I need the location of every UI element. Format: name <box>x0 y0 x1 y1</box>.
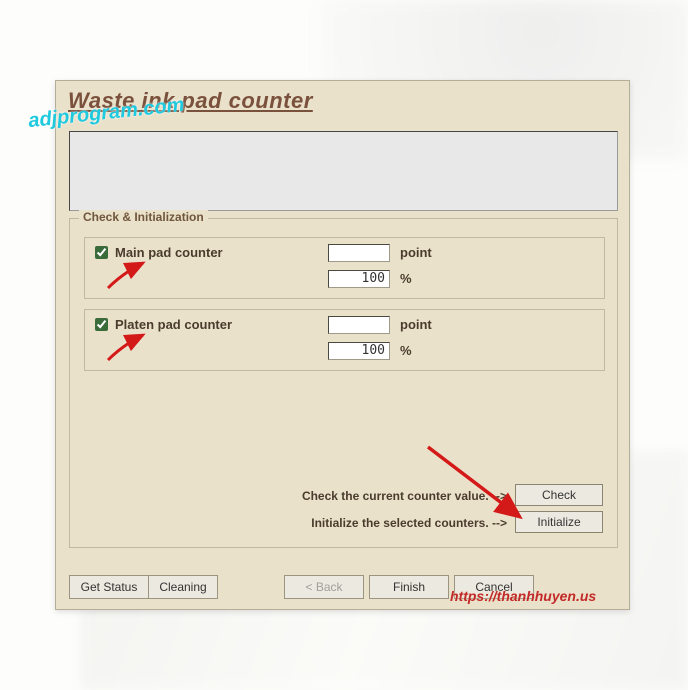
main-pad-percent-value: 100 <box>328 270 390 288</box>
platen-pad-checkbox[interactable] <box>95 318 108 331</box>
main-pad-point-value <box>328 244 390 262</box>
unit-point: point <box>400 245 432 260</box>
finish-button[interactable]: Finish <box>369 575 449 599</box>
annotation-arrow-icon <box>103 330 153 370</box>
group-check-init: Check & Initialization Main pad counter … <box>69 218 618 548</box>
initialize-button[interactable]: Initialize <box>515 511 603 533</box>
platen-pad-point-value <box>328 316 390 334</box>
annotation-arrow-icon <box>103 258 153 298</box>
bottom-button-bar: Get Status Cleaning < Back Finish Cancel <box>69 575 616 599</box>
platen-pad-percent-value: 100 <box>328 342 390 360</box>
platen-pad-counter-row: Platen pad counter point 100 % <box>84 309 605 371</box>
cleaning-button[interactable]: Cleaning <box>148 575 218 599</box>
get-status-button[interactable]: Get Status <box>69 575 149 599</box>
main-pad-label: Main pad counter <box>115 245 223 260</box>
hint-check: Check the current counter value. --> <box>302 489 507 503</box>
cancel-button[interactable]: Cancel <box>454 575 534 599</box>
dialog-window: Waste ink pad counter Check & Initializa… <box>55 80 630 610</box>
unit-point-2: point <box>400 317 432 332</box>
group-label: Check & Initialization <box>79 210 208 224</box>
platen-pad-label: Platen pad counter <box>115 317 232 332</box>
hint-initialize: Initialize the selected counters. --> <box>311 516 507 530</box>
log-textarea[interactable] <box>69 131 618 211</box>
main-pad-counter-row: Main pad counter point 100 % <box>84 237 605 299</box>
main-pad-checkbox[interactable] <box>95 246 108 259</box>
back-button: < Back <box>284 575 364 599</box>
unit-percent: % <box>400 271 412 286</box>
unit-percent-2: % <box>400 343 412 358</box>
page-title: Waste ink pad counter <box>68 88 313 114</box>
check-button[interactable]: Check <box>515 484 603 506</box>
